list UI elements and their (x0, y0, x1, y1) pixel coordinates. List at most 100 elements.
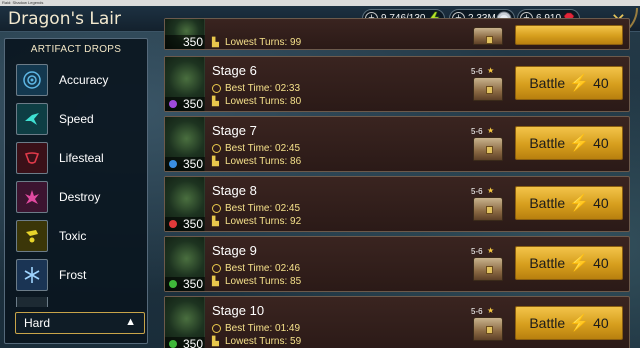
best-time-stat: Best Time: 02:46 (212, 263, 300, 274)
artifact-item-frost[interactable]: Frost (16, 258, 148, 292)
reward-chest[interactable]: 5-6 ★ (471, 306, 505, 343)
boot-icon: ▙ (212, 96, 219, 106)
reward-chest[interactable]: 5-6 ★ (471, 246, 505, 283)
best-time-value: 02:45 (275, 203, 301, 214)
speed-icon (16, 103, 48, 135)
best-time-stat: Best Time: 02:45 (212, 203, 300, 214)
lowest-turns-stat: ▙ Lowest Turns: 85 (212, 276, 301, 287)
battle-button[interactable]: Battle ⚡ 40 (515, 306, 623, 340)
star-icon: ★ (487, 306, 495, 315)
boot-icon: ▙ (212, 216, 219, 226)
battle-label: Battle (529, 135, 566, 151)
accuracy-icon (16, 64, 48, 96)
artifact-label-toxic: Toxic (59, 229, 87, 243)
artifact-label-accuracy: Accuracy (59, 73, 109, 87)
reward-chest[interactable] (471, 23, 505, 47)
reward-chest[interactable]: 5-6 ★ (471, 66, 505, 103)
affinity-icon (169, 280, 177, 288)
best-time-value: 01:49 (275, 323, 301, 334)
lowest-turns-stat: ▙ Lowest Turns: 86 (212, 156, 301, 167)
energy-bolt-icon: ⚡ (569, 75, 590, 92)
artifact-item-accuracy[interactable]: Accuracy (16, 63, 148, 97)
energy-cost: 40 (593, 75, 609, 91)
boot-icon: ▙ (212, 276, 219, 286)
reward-rank: 5-6 (471, 247, 483, 256)
difficulty-select[interactable]: Hard ▲ (15, 312, 145, 334)
boot-icon: ▙ (212, 37, 219, 47)
best-time-label: Best Time: (225, 143, 273, 154)
chest-icon (473, 137, 503, 161)
stage-row-6: 350 Stage 6 Best Time: 02:33 ▙ Lowest Tu… (164, 56, 630, 112)
reward-rank: 5-6 (471, 127, 483, 136)
best-time-label: Best Time: (225, 83, 273, 94)
reward-rank: 5-6 (471, 187, 483, 196)
best-time-stat: Best Time: 02:33 (212, 83, 300, 94)
destroy-icon (16, 181, 48, 213)
artifact-item-speed[interactable]: Speed (16, 102, 148, 136)
best-time-stat: Best Time: 01:49 (212, 323, 300, 334)
lowest-turns-value: 92 (290, 216, 302, 227)
lowest-turns-label: Lowest Turns: (225, 276, 288, 287)
dragon-portrait: 350 (165, 57, 205, 111)
artifact-item-partial[interactable] (16, 297, 148, 307)
lowest-turns-value: 85 (290, 276, 302, 287)
stage-name: Stage 9 (212, 243, 257, 258)
reward-chest[interactable]: 5-6 ★ (471, 186, 505, 223)
lowest-turns-value: 80 (290, 96, 302, 107)
battle-button[interactable] (515, 25, 623, 45)
affinity-icon (169, 160, 177, 168)
artifact-item-toxic[interactable]: Toxic (16, 219, 148, 253)
stage-name: Stage 10 (212, 303, 265, 318)
artifact-item-destroy[interactable]: Destroy (16, 180, 148, 214)
stage-name: Stage 7 (212, 123, 257, 138)
battle-button[interactable]: Battle ⚡ 40 (515, 66, 623, 100)
chest-icon (473, 197, 503, 221)
artifact-label-speed: Speed (59, 112, 94, 126)
dragon-portrait: 350 (165, 117, 205, 171)
dragon-portrait: 350 (165, 237, 205, 291)
affinity-icon (169, 100, 177, 108)
artifact-partial-icon (16, 297, 48, 307)
lowest-turns-label: Lowest Turns: (225, 96, 288, 107)
lowest-turns-label: Lowest Turns: (225, 37, 288, 48)
artifact-label-lifesteal: Lifesteal (59, 151, 104, 165)
power-value: 350 (165, 35, 205, 49)
energy-bolt-icon: ⚡ (569, 315, 590, 332)
energy-bolt-icon: ⚡ (569, 135, 590, 152)
affinity-icon (169, 220, 177, 228)
star-icon: ★ (487, 186, 495, 195)
lowest-turns-value: 59 (290, 336, 302, 347)
clock-icon (212, 264, 221, 273)
battle-label: Battle (529, 195, 566, 211)
best-time-value: 02:33 (275, 83, 301, 94)
battle-button[interactable]: Battle ⚡ 40 (515, 126, 623, 160)
artifact-label-destroy: Destroy (59, 190, 101, 204)
lowest-turns-stat: ▙ Lowest Turns: 92 (212, 216, 301, 227)
stage-row-9: 350 Stage 9 Best Time: 02:46 ▙ Lowest Tu… (164, 236, 630, 292)
lowest-turns-value: 86 (290, 156, 302, 167)
artifact-label-frost: Frost (59, 268, 87, 282)
reward-chest[interactable]: 5-6 ★ (471, 126, 505, 163)
best-time-label: Best Time: (225, 203, 273, 214)
best-time-stat: Best Time: 02:45 (212, 143, 300, 154)
best-time-value: 02:46 (275, 263, 301, 274)
battle-button[interactable]: Battle ⚡ 40 (515, 246, 623, 280)
energy-cost: 40 (593, 195, 609, 211)
artifact-item-lifesteal[interactable]: Lifesteal (16, 141, 148, 175)
best-time-value: 02:45 (275, 143, 301, 154)
dragon-portrait: 350 (165, 177, 205, 231)
lowest-turns-value: 99 (290, 37, 302, 48)
dragon-portrait: 350 (165, 19, 205, 49)
lowest-turns-stat: ▙ Lowest Turns: 99 (212, 37, 301, 48)
lifesteal-icon (16, 142, 48, 174)
energy-bolt-icon: ⚡ (569, 255, 590, 272)
artifact-drops-panel: ARTIFACT DROPS Accuracy Speed Lifesteal … (4, 38, 148, 344)
clock-icon (212, 324, 221, 333)
page-title: Dragon's Lair (8, 9, 121, 29)
clock-icon (212, 144, 221, 153)
star-icon: ★ (487, 246, 495, 255)
reward-rank: 5-6 (471, 67, 483, 76)
battle-label: Battle (529, 75, 566, 91)
battle-button[interactable]: Battle ⚡ 40 (515, 186, 623, 220)
affinity-icon (169, 340, 177, 348)
